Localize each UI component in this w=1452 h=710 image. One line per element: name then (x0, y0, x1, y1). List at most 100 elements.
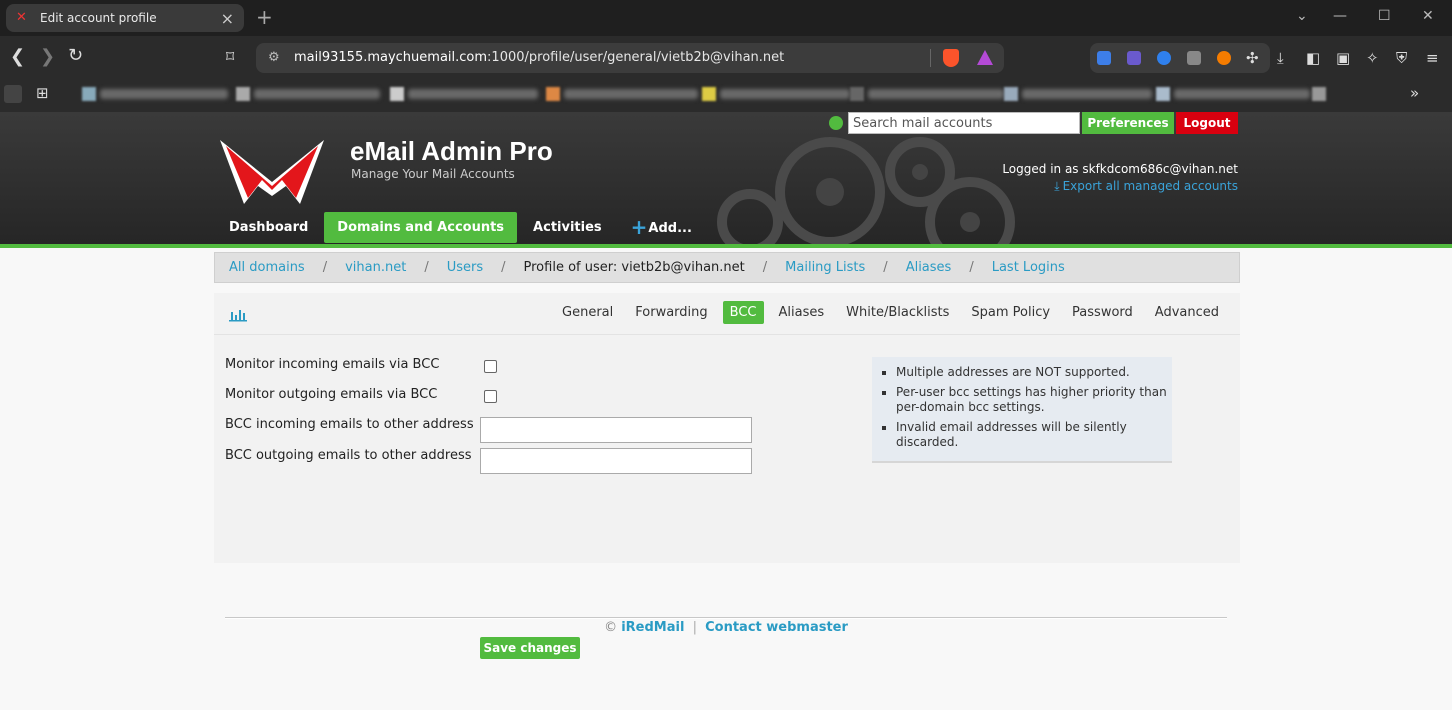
gears-background-icon (717, 137, 1015, 244)
browser-tabbar: ✕ Edit account profile × + ⌄ — ☐ ✕ (0, 0, 1452, 36)
brave-shields-icon[interactable] (943, 49, 959, 67)
bookmark-item[interactable] (1156, 86, 1310, 104)
breadcrumb-domain[interactable]: vihan.net (345, 260, 406, 275)
browser-tab[interactable]: ✕ Edit account profile × (6, 4, 244, 32)
forward-icon[interactable]: ❯ (40, 47, 55, 67)
breadcrumb-last-logins[interactable]: Last Logins (992, 260, 1065, 275)
more-bookmarks-icon[interactable]: » (1410, 84, 1419, 102)
monitor-outgoing-checkbox[interactable] (484, 390, 497, 403)
bcc-incoming-label: BCC incoming emails to other address (225, 417, 474, 432)
extension-1-icon[interactable] (1097, 51, 1111, 65)
close-tab-icon[interactable]: × (221, 9, 234, 28)
logout-button[interactable]: Logout (1176, 112, 1238, 134)
bcc-outgoing-label: BCC outgoing emails to other address (225, 448, 472, 463)
profile-panel: General Forwarding BCC Aliases White/Bla… (214, 293, 1240, 659)
breadcrumb-separator: / (762, 260, 768, 275)
close-window-icon[interactable]: ✕ (1422, 8, 1434, 24)
extensions-puzzle-icon[interactable]: ✣ (1246, 49, 1259, 67)
tab-white-blacklists[interactable]: White/Blacklists (839, 301, 956, 324)
app-favicon-icon: ✕ (16, 10, 27, 25)
bookmark-item[interactable] (82, 86, 228, 104)
tab-password[interactable]: Password (1065, 301, 1140, 324)
page: eMail Admin Pro Manage Your Mail Account… (0, 112, 1452, 710)
footer: © iRedMail | Contact webmaster (0, 620, 1452, 635)
tab-list-chevron-icon[interactable]: ⌄ (1296, 8, 1308, 24)
breadcrumb-separator: / (501, 260, 506, 275)
bcc-incoming-address-input[interactable] (480, 417, 752, 443)
iredmail-link[interactable]: iRedMail (621, 620, 684, 635)
breadcrumb-mailing-lists[interactable]: Mailing Lists (785, 260, 865, 275)
note-item: Per-user bcc settings has higher priorit… (896, 385, 1172, 415)
camera-extension-icon[interactable] (1187, 51, 1201, 65)
nav-dashboard[interactable]: Dashboard (216, 212, 321, 243)
profile-tabs: General Forwarding BCC Aliases White/Bla… (214, 293, 1240, 335)
breadcrumb-aliases[interactable]: Aliases (906, 260, 952, 275)
breadcrumb: All domains / vihan.net / Users / Profil… (214, 252, 1240, 283)
extension-2-icon[interactable] (1127, 51, 1141, 65)
export-accounts-link[interactable]: ⤓ Export all managed accounts (1054, 179, 1238, 194)
breadcrumb-separator: / (883, 260, 888, 275)
preferences-button[interactable]: Preferences (1082, 112, 1174, 134)
contact-webmaster-link[interactable]: Contact webmaster (705, 620, 848, 635)
note-item: Multiple addresses are NOT supported. (896, 365, 1172, 380)
plus-icon: + (630, 215, 648, 239)
leo-ai-icon[interactable]: ✧ (1366, 49, 1379, 67)
tab-forwarding[interactable]: Forwarding (628, 301, 714, 324)
app-subtitle: Manage Your Mail Accounts (351, 167, 515, 181)
new-tab-icon[interactable]: + (256, 6, 273, 28)
tab-bcc[interactable]: BCC (722, 301, 764, 324)
footer-separator: | (692, 620, 697, 635)
nav-add[interactable]: +Add... (618, 212, 705, 243)
breadcrumb-all-domains[interactable]: All domains (229, 260, 305, 275)
bar-chart-icon[interactable] (229, 306, 247, 322)
bookmark-item[interactable] (702, 86, 850, 104)
nav-domains-and-accounts[interactable]: Domains and Accounts (324, 212, 518, 243)
bookmark-item[interactable] (546, 86, 698, 104)
app-title: eMail Admin Pro (350, 136, 553, 166)
tab-advanced[interactable]: Advanced (1148, 301, 1226, 324)
bookmark-item[interactable] (850, 86, 1004, 104)
maximize-icon[interactable]: ☐ (1378, 8, 1391, 24)
sidebar-icon[interactable]: ◧ (1306, 49, 1320, 67)
breadcrumb-users[interactable]: Users (447, 260, 483, 275)
brave-rewards-icon[interactable] (977, 50, 993, 65)
breadcrumb-separator: / (424, 260, 429, 275)
bookmark-item[interactable] (1312, 86, 1330, 104)
bcc-outgoing-address-input[interactable] (480, 448, 752, 474)
download-icon[interactable]: ⤓ (1277, 49, 1284, 67)
form-divider (225, 617, 1227, 619)
vpn-shield-icon[interactable]: ⛨ (1396, 49, 1407, 67)
bookmark-item[interactable] (236, 86, 380, 104)
bookmark-item[interactable] (1004, 86, 1152, 104)
main-nav: Dashboard Domains and Accounts Activitie… (216, 212, 708, 243)
search-input[interactable] (848, 112, 1080, 134)
bookmark-item[interactable] (390, 86, 538, 104)
extension-5-icon[interactable] (1217, 51, 1231, 65)
url-text[interactable]: mail93155.maychuemail.com:1000/profile/u… (294, 50, 784, 65)
extension-3-icon[interactable] (1157, 51, 1171, 65)
nav-activities[interactable]: Activities (520, 212, 615, 243)
reload-icon[interactable]: ↻ (68, 46, 83, 66)
tab-general[interactable]: General (555, 301, 620, 324)
site-info-icon[interactable]: ⚙ (268, 50, 280, 65)
bcc-notes: Multiple addresses are NOT supported. Pe… (872, 357, 1172, 463)
app-header: eMail Admin Pro Manage Your Mail Account… (0, 112, 1452, 248)
note-item: Invalid email addresses will be silently… (896, 420, 1172, 450)
wallet-icon[interactable]: ▣ (1336, 49, 1350, 67)
back-icon[interactable]: ❮ (10, 47, 25, 67)
extensions-area (1090, 43, 1270, 73)
tab-spam-policy[interactable]: Spam Policy (964, 301, 1057, 324)
bookmark-icon[interactable]: ⌑ (226, 47, 234, 67)
url-divider (930, 49, 931, 67)
monitor-incoming-checkbox[interactable] (484, 360, 497, 373)
bookmark-folder-icon[interactable] (4, 85, 22, 103)
breadcrumb-separator: / (322, 260, 328, 275)
minimize-icon[interactable]: — (1333, 8, 1347, 24)
breadcrumb-separator: / (969, 260, 974, 275)
tab-aliases[interactable]: Aliases (772, 301, 832, 324)
apps-grid-icon[interactable]: ⊞ (36, 84, 49, 102)
copyright-symbol: © (604, 620, 618, 635)
menu-icon[interactable]: ≡ (1426, 49, 1439, 67)
monitor-outgoing-label: Monitor outgoing emails via BCC (225, 387, 438, 402)
save-changes-button[interactable]: Save changes (480, 637, 580, 659)
